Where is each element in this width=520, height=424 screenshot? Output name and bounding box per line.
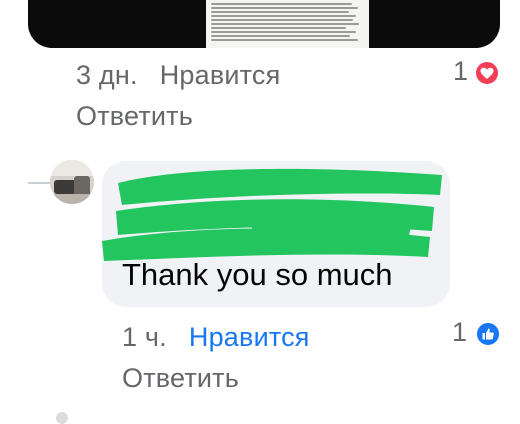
heart-love-icon[interactable] <box>474 60 500 86</box>
reply-button[interactable]: Ответить <box>122 363 239 394</box>
reply-actions: 1 ч. Нравится <box>122 322 310 353</box>
comment-timestamp: 1 ч. <box>122 322 167 352</box>
comment-actions: 3 дн. Нравится <box>76 60 280 91</box>
comment-timestamp: 3 дн. <box>76 60 138 90</box>
comment-text: Thank you so much <box>122 257 393 292</box>
redacted-author-name <box>102 168 442 261</box>
document-photo <box>206 0 369 48</box>
comment-bubble[interactable]: Thank you so much <box>102 161 450 307</box>
thumbs-up-like-icon[interactable] <box>475 321 501 347</box>
post-image-attachment[interactable] <box>28 0 500 48</box>
thread-connector-line <box>28 182 50 184</box>
reply-button[interactable]: Ответить <box>76 101 193 132</box>
like-button[interactable]: Нравится <box>189 322 310 352</box>
next-comment-avatar-partial <box>56 412 68 424</box>
avatar[interactable] <box>50 160 94 204</box>
reaction-count[interactable]: 1 <box>453 56 468 87</box>
like-button[interactable]: Нравится <box>160 60 281 90</box>
reaction-count[interactable]: 1 <box>452 317 467 348</box>
